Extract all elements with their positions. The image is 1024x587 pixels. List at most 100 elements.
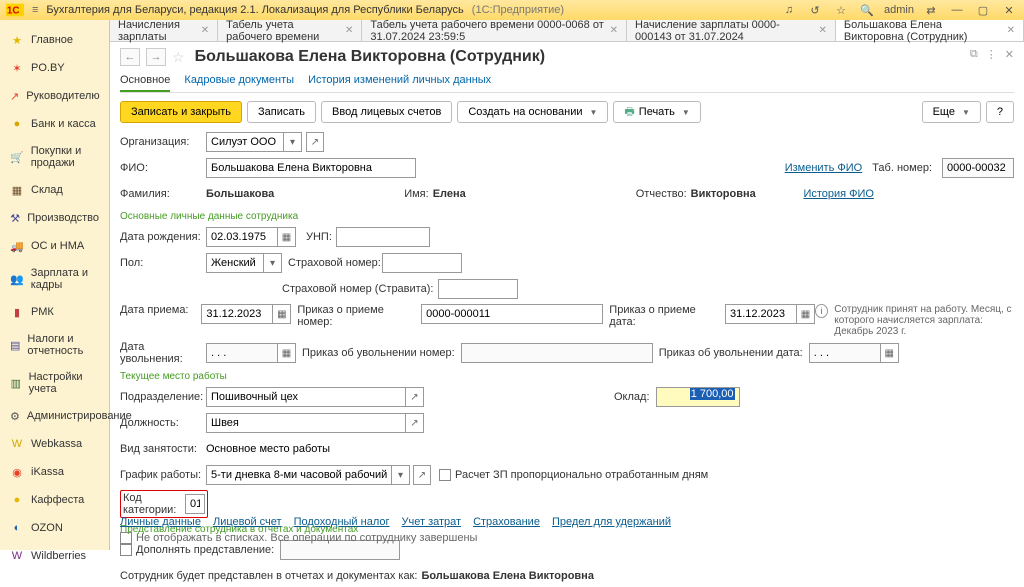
dept-open-icon[interactable]: ↗: [406, 387, 424, 407]
category-input[interactable]: [185, 494, 205, 514]
sidebar-item[interactable]: 🚚ОС и НМА: [0, 232, 109, 260]
sched-open-icon[interactable]: ↗: [413, 465, 431, 485]
bell-icon[interactable]: ♫: [780, 1, 798, 19]
close-tab-icon[interactable]: ✕: [610, 25, 618, 36]
sidebar-item[interactable]: ▥Настройки учета: [0, 364, 109, 402]
hiredate-input[interactable]: [201, 304, 273, 324]
sidebar-item[interactable]: ●Банк и касса: [0, 110, 109, 138]
subtab[interactable]: История изменений личных данных: [308, 70, 491, 92]
dob-label: Дата рождения:: [120, 231, 206, 243]
print-button[interactable]: 🖶Печать: [613, 101, 700, 123]
sidebar-item[interactable]: ⚙Администрирование: [0, 402, 109, 430]
more-button[interactable]: Еще: [922, 101, 981, 123]
sidebar-item[interactable]: WWildberries: [0, 542, 109, 570]
org-input[interactable]: [206, 132, 284, 152]
tabnum-input[interactable]: [942, 158, 1014, 178]
pos-input[interactable]: [206, 413, 406, 433]
sidebar-item[interactable]: ◉iKassa: [0, 458, 109, 486]
firedate-input[interactable]: [206, 343, 278, 363]
sidebar-item[interactable]: ▦Склад: [0, 176, 109, 204]
subtab[interactable]: Кадровые документы: [184, 70, 294, 92]
accounts-button[interactable]: Ввод лицевых счетов: [321, 101, 452, 123]
fio-input[interactable]: [206, 158, 416, 178]
minimize-icon[interactable]: —: [948, 1, 966, 19]
doc-tab[interactable]: Начисление зарплаты 0000-000143 от 31.07…: [627, 20, 836, 41]
sex-dropdown-icon[interactable]: ▾: [264, 253, 282, 273]
insnum-input[interactable]: [382, 253, 462, 273]
sidebar-icon: ◐: [10, 521, 24, 535]
org-open-icon[interactable]: ↗: [306, 132, 324, 152]
sched-dropdown-icon[interactable]: ▾: [392, 465, 410, 485]
maximize-icon[interactable]: ▢: [974, 1, 992, 19]
subtab[interactable]: Основное: [120, 70, 170, 92]
save-close-button[interactable]: Записать и закрыть: [120, 101, 242, 123]
doc-tab[interactable]: Табель учета рабочего времени✕: [218, 20, 362, 41]
sidebar-item[interactable]: ↗Руководителю: [0, 82, 109, 110]
close-tab-icon[interactable]: ✕: [201, 25, 209, 36]
close-form-icon[interactable]: ✕: [1005, 48, 1014, 61]
sidebar-icon: ◉: [10, 465, 24, 479]
supplement-checkbox[interactable]: [120, 544, 132, 556]
insnum2-input[interactable]: [438, 279, 518, 299]
user-label[interactable]: admin: [884, 4, 914, 16]
doc-tab[interactable]: Большакова Елена Викторовна (Сотрудник)✕: [836, 20, 1024, 41]
calendar-icon[interactable]: ▦: [797, 304, 815, 324]
hireordd-input[interactable]: [725, 304, 797, 324]
org-picker-icon[interactable]: ▾: [284, 132, 302, 152]
pos-open-icon[interactable]: ↗: [406, 413, 424, 433]
footer-link[interactable]: Предел для удержаний: [552, 516, 671, 528]
sidebar-item[interactable]: ★Главное: [0, 26, 109, 54]
close-tab-icon[interactable]: ✕: [1007, 25, 1015, 36]
sync-icon[interactable]: ⇄: [922, 1, 940, 19]
hide-checkbox[interactable]: [120, 532, 132, 544]
footer-link[interactable]: Страхование: [473, 516, 540, 528]
star-icon[interactable]: ☆: [832, 1, 850, 19]
calendar-icon[interactable]: ▦: [881, 343, 899, 363]
detach-icon[interactable]: ⧉: [970, 48, 978, 61]
close-app-icon[interactable]: ✕: [1000, 1, 1018, 19]
calendar-icon[interactable]: ▦: [273, 304, 291, 324]
fireordd-input[interactable]: [809, 343, 881, 363]
create-based-button[interactable]: Создать на основании: [457, 101, 608, 123]
footer-link[interactable]: Подоходный налог: [294, 516, 390, 528]
sched-input[interactable]: [206, 465, 392, 485]
calendar-icon[interactable]: ▦: [278, 343, 296, 363]
proportional-checkbox[interactable]: [439, 469, 451, 481]
history-fio-link[interactable]: История ФИО: [803, 188, 874, 200]
sidebar-item[interactable]: 🛒Покупки и продажи: [0, 138, 109, 176]
nav-back-button[interactable]: ←: [120, 48, 140, 66]
doc-tab[interactable]: Начисления зарплаты✕: [110, 20, 218, 41]
menu-icon[interactable]: ≡: [32, 4, 38, 16]
close-tab-icon[interactable]: ✕: [345, 25, 353, 36]
options-icon[interactable]: ⋮: [986, 48, 997, 61]
unp-input[interactable]: [336, 227, 430, 247]
nav-fwd-button[interactable]: →: [146, 48, 166, 66]
hireord-input[interactable]: [421, 304, 603, 324]
surname-label: Фамилия:: [120, 188, 206, 200]
help-button[interactable]: ?: [986, 101, 1014, 123]
save-button[interactable]: Записать: [247, 101, 316, 123]
calendar-icon[interactable]: ▦: [278, 227, 296, 247]
history-icon[interactable]: ↺: [806, 1, 824, 19]
doc-tab[interactable]: Табель учета рабочего времени 0000-0068 …: [362, 20, 627, 41]
dob-input[interactable]: [206, 227, 278, 247]
sidebar-item[interactable]: ◐OZON: [0, 514, 109, 542]
favorite-icon[interactable]: ☆: [172, 49, 185, 66]
search-icon[interactable]: 🔍: [858, 1, 876, 19]
footer-link[interactable]: Учет затрат: [402, 516, 462, 528]
sidebar-item[interactable]: ▤Налоги и отчетность: [0, 326, 109, 364]
sidebar-item[interactable]: ●Каффеста: [0, 486, 109, 514]
sidebar-item[interactable]: WWebkassa: [0, 430, 109, 458]
sidebar-item[interactable]: ⚒Производство: [0, 204, 109, 232]
footer-link[interactable]: Лицевой счет: [213, 516, 282, 528]
close-tab-icon[interactable]: ✕: [818, 25, 826, 36]
sex-input[interactable]: [206, 253, 264, 273]
sidebar-item[interactable]: 👥Зарплата и кадры: [0, 260, 109, 298]
salary-input[interactable]: 1 700,00: [656, 387, 740, 407]
sidebar-item[interactable]: ▮РМК: [0, 298, 109, 326]
dept-input[interactable]: [206, 387, 406, 407]
sidebar-item[interactable]: ✶PO.BY: [0, 54, 109, 82]
footer-link[interactable]: Личные данные: [120, 516, 201, 528]
fireord-input[interactable]: [461, 343, 653, 363]
change-fio-link[interactable]: Изменить ФИО: [785, 162, 863, 174]
